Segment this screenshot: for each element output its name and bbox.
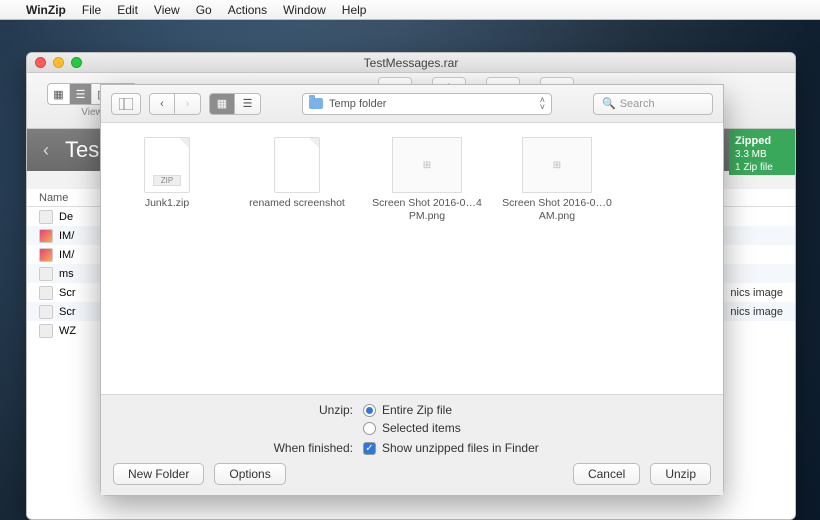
icon-view-button[interactable]: ▦: [209, 93, 235, 115]
destination-file-grid[interactable]: ZIP Junk1.zip renamed screenshot ⊞ Scree…: [101, 123, 723, 394]
view-icon-list-icon[interactable]: ☰: [70, 84, 92, 104]
window-title: TestMessages.rar: [27, 56, 795, 70]
menu-help[interactable]: Help: [342, 3, 367, 17]
chevron-updown-icon: ˄˅: [540, 97, 545, 111]
image-thumbnail-icon: ⊞: [392, 137, 462, 193]
file-name: De: [59, 211, 73, 223]
menu-edit[interactable]: Edit: [117, 3, 138, 17]
file-name: IM/: [59, 230, 74, 242]
grid-item-label: Screen Shot 2016-0…4 PM.png: [371, 197, 483, 223]
document-icon: [274, 137, 320, 193]
unzip-button[interactable]: Unzip: [650, 463, 711, 485]
search-placeholder: Search: [620, 98, 655, 110]
grid-item-label: Junk1.zip: [145, 197, 189, 210]
menu-view[interactable]: View: [154, 3, 180, 17]
folder-name: Temp folder: [329, 98, 386, 110]
menu-go[interactable]: Go: [196, 3, 212, 17]
grid-item-label: renamed screenshot: [249, 197, 345, 210]
file-name: Scr: [59, 287, 76, 299]
sidebar-toggle-button[interactable]: [111, 93, 141, 115]
when-finished-label: When finished:: [113, 441, 363, 455]
grid-item[interactable]: ⊞ Screen Shot 2016-0…0 AM.png: [501, 137, 613, 223]
unzip-destination-sheet: ‹ › ▦ ☰ Temp folder ˄˅ 🔍 Search ZIP Junk…: [100, 84, 724, 496]
file-kind: nics image: [730, 287, 783, 299]
radio-entire-zip-label: Entire Zip file: [382, 403, 452, 417]
file-name: IM/: [59, 249, 74, 261]
grid-item[interactable]: ⊞ Screen Shot 2016-0…4 PM.png: [371, 137, 483, 223]
window-titlebar[interactable]: TestMessages.rar: [27, 53, 795, 73]
search-icon: 🔍: [602, 97, 616, 110]
destination-folder-popup[interactable]: Temp folder ˄˅: [302, 93, 552, 115]
sidebar-icon: [119, 98, 133, 110]
new-folder-button[interactable]: New Folder: [113, 463, 204, 485]
nav-back-forward: ‹ ›: [149, 93, 201, 115]
radio-entire-zip[interactable]: [363, 404, 376, 417]
unzip-scope-label: Unzip:: [113, 403, 363, 417]
image-thumbnail-icon: ⊞: [522, 137, 592, 193]
menu-window[interactable]: Window: [283, 3, 326, 17]
radio-selected-items[interactable]: [363, 422, 376, 435]
archive-summary-panel: Zipped 3.3 MB 1 Zip file: [729, 129, 795, 175]
file-name: Scr: [59, 306, 76, 318]
finder-view-segment: ▦ ☰: [209, 93, 261, 115]
file-name: WZ: [59, 325, 76, 337]
grid-item-label: Screen Shot 2016-0…0 AM.png: [501, 197, 613, 223]
menu-file[interactable]: File: [82, 3, 101, 17]
list-view-button[interactable]: ☰: [235, 93, 261, 115]
system-menubar: WinZip File Edit View Go Actions Window …: [0, 0, 820, 20]
checkbox-show-in-finder-label: Show unzipped files in Finder: [382, 441, 539, 455]
grid-item[interactable]: renamed screenshot: [241, 137, 353, 210]
summary-title: Zipped: [735, 134, 789, 148]
cancel-button[interactable]: Cancel: [573, 463, 640, 485]
sheet-toolbar: ‹ › ▦ ☰ Temp folder ˄˅ 🔍 Search: [101, 85, 723, 123]
summary-count: 1 Zip file: [735, 162, 773, 173]
sheet-options-area: Unzip: Entire Zip file Selected items Wh…: [101, 394, 723, 495]
grid-item[interactable]: ZIP Junk1.zip: [111, 137, 223, 210]
radio-selected-items-label: Selected items: [382, 421, 461, 435]
checkbox-show-in-finder[interactable]: ✓: [363, 442, 376, 455]
back-chevron-icon[interactable]: ‹: [27, 140, 65, 161]
view-icon-grid-icon[interactable]: ▦: [48, 84, 70, 104]
zip-file-icon: ZIP: [144, 137, 190, 193]
nav-back-button[interactable]: ‹: [149, 93, 175, 115]
archive-title: Tes: [65, 137, 99, 163]
summary-size: 3.3 MB: [735, 149, 767, 160]
nav-forward-button[interactable]: ›: [175, 93, 201, 115]
file-kind: nics image: [730, 306, 783, 318]
file-name: ms: [59, 268, 74, 280]
app-menu[interactable]: WinZip: [26, 3, 66, 17]
menu-actions[interactable]: Actions: [228, 3, 267, 17]
options-button[interactable]: Options: [214, 463, 285, 485]
search-field[interactable]: 🔍 Search: [593, 93, 713, 115]
folder-icon: [309, 98, 323, 109]
